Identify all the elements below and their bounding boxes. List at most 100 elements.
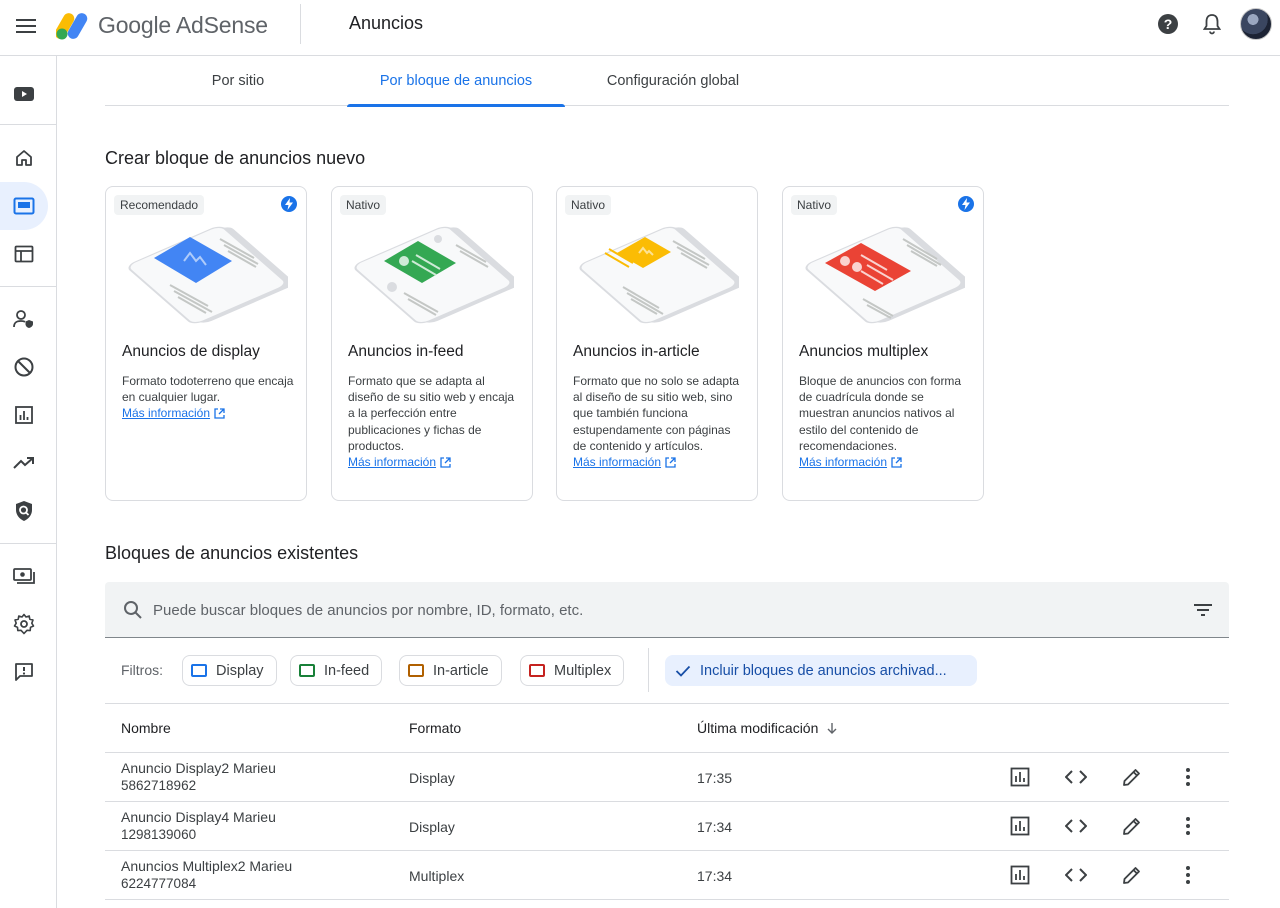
column-header-modified[interactable]: Última modificación: [697, 720, 838, 736]
ad-unit-id: 6224777084: [121, 876, 197, 891]
report-icon[interactable]: [1008, 863, 1032, 887]
help-icon[interactable]: ?: [1156, 12, 1180, 36]
ad-unit-name[interactable]: Anuncio Display4 Marieu: [121, 809, 276, 825]
youtube-icon[interactable]: [0, 70, 48, 118]
page-title: Anuncios: [349, 13, 424, 33]
svg-text:?: ?: [1164, 16, 1173, 32]
trending-icon[interactable]: [0, 439, 48, 487]
filter-chip-display[interactable]: Display: [182, 655, 277, 686]
settings-icon[interactable]: [0, 600, 48, 648]
code-icon[interactable]: [1064, 863, 1088, 887]
in-article-format-icon: [408, 664, 424, 677]
card-desc-text: Bloque de anuncios con forma de cuadrícu…: [799, 374, 962, 453]
rail-divider: [0, 286, 57, 287]
code-icon[interactable]: [1064, 765, 1088, 789]
card-description: Formato que no solo se adapta al diseño …: [573, 373, 747, 470]
more-info-label: Más información: [348, 455, 437, 470]
open-in-new-icon: [214, 408, 225, 419]
ad-unit-name-cell: Anuncio Display2 Marieu 5862718962: [121, 760, 276, 793]
tab-por-bloque-de-anuncios[interactable]: Por bloque de anuncios: [347, 56, 565, 107]
filter-chip-include-archived[interactable]: Incluir bloques de anuncios archivad...: [665, 655, 977, 686]
card-desc-text: Formato que no solo se adapta al diseño …: [573, 374, 740, 453]
recommended-chip: Recomendado: [114, 195, 205, 215]
native-chip: Nativo: [565, 195, 612, 215]
tab-configuracion-global[interactable]: Configuración global: [585, 56, 761, 106]
notifications-icon[interactable]: [1200, 12, 1224, 36]
ad-type-card-in-article[interactable]: Nativo Anuncios in-article Formato que n…: [556, 186, 758, 501]
block-icon[interactable]: [0, 343, 48, 391]
ad-unit-name[interactable]: Anuncio Display2 Marieu: [121, 760, 276, 776]
filter-list-icon[interactable]: [1191, 598, 1215, 622]
payments-icon[interactable]: [0, 552, 48, 600]
filter-chip-multiplex[interactable]: Multiplex: [520, 655, 625, 686]
edit-icon[interactable]: [1120, 765, 1144, 789]
native-chip: Nativo: [791, 195, 838, 215]
multiplex-illustration: [805, 226, 965, 324]
more-info-label: Más información: [799, 455, 888, 470]
layout-icon[interactable]: [0, 230, 48, 278]
table-row[interactable]: Anuncios Multiplex2 Marieu 6224777084 Mu…: [105, 851, 1229, 900]
tab-por-sitio[interactable]: Por sitio: [165, 56, 311, 106]
edit-icon[interactable]: [1120, 814, 1144, 838]
in-feed-format-icon: [299, 664, 315, 677]
topbar-divider: [300, 4, 301, 44]
arrow-down-icon: [827, 723, 837, 734]
search-bar: [105, 582, 1229, 638]
filter-chip-label: Multiplex: [554, 662, 612, 679]
more-info-link[interactable]: Más información: [348, 454, 451, 470]
open-in-new-icon: [891, 456, 902, 468]
column-header-name[interactable]: Nombre: [121, 720, 171, 736]
table-row[interactable]: Anuncio Display4 Marieu 1298139060 Displ…: [105, 802, 1229, 851]
top-app-bar: Google AdSense Anuncios ?: [0, 0, 1280, 56]
rail-divider: [0, 124, 57, 125]
ad-unit-name[interactable]: Anuncios Multiplex2 Marieu: [121, 858, 292, 874]
search-input[interactable]: [153, 582, 1153, 638]
policy-icon[interactable]: [0, 487, 48, 535]
multiplex-format-icon: [529, 664, 545, 677]
card-description: Formato todoterreno que encaja en cualqu…: [122, 373, 296, 422]
code-icon[interactable]: [1064, 814, 1088, 838]
feedback-icon[interactable]: [0, 648, 48, 696]
menu-icon[interactable]: [12, 12, 40, 40]
more-icon[interactable]: [1176, 863, 1200, 887]
ad-type-card-display[interactable]: Recomendado Anuncios de display Formato …: [105, 186, 307, 501]
more-icon[interactable]: [1176, 765, 1200, 789]
filter-chip-label: Display: [216, 662, 264, 679]
card-title: Anuncios multiplex: [799, 343, 929, 360]
bar-chart-icon[interactable]: [0, 391, 48, 439]
ad-type-card-multiplex[interactable]: Nativo Anuncios multiplex Bloque de anun…: [782, 186, 984, 501]
check-icon: [675, 665, 691, 677]
ad-unit-modified: 17:34: [697, 819, 733, 835]
adsense-logo[interactable]: Google AdSense: [56, 7, 268, 43]
report-icon[interactable]: [1008, 814, 1032, 838]
home-icon[interactable]: [0, 134, 48, 182]
more-info-link[interactable]: Más información: [573, 454, 676, 470]
ad-unit-id: 5862718962: [121, 778, 197, 793]
card-description: Bloque de anuncios con forma de cuadrícu…: [799, 373, 973, 470]
filter-chip-in-article[interactable]: In-article: [399, 655, 502, 686]
search-icon: [124, 601, 142, 619]
card-desc-text: Formato todoterreno que encaja en cualqu…: [122, 374, 294, 405]
ad-unit-format: Display: [409, 819, 455, 835]
more-info-label: Más información: [122, 406, 211, 421]
ad-type-card-in-feed[interactable]: Nativo Anuncios in-feed Formato que se a…: [331, 186, 533, 501]
create-section-title: Crear bloque de anuncios nuevo: [105, 148, 366, 168]
side-rail: [0, 56, 57, 908]
filter-chip-in-feed[interactable]: In-feed: [290, 655, 383, 686]
ads-icon[interactable]: [0, 182, 48, 230]
more-icon[interactable]: [1176, 814, 1200, 838]
ad-unit-modified: 17:34: [697, 868, 733, 884]
column-header-format[interactable]: Formato: [409, 720, 461, 736]
more-info-link[interactable]: Más información: [122, 405, 225, 421]
avatar[interactable]: [1240, 8, 1272, 40]
report-icon[interactable]: [1008, 765, 1032, 789]
ad-unit-name-cell: Anuncio Display4 Marieu 1298139060: [121, 809, 276, 842]
table-row[interactable]: Anuncio Display2 Marieu 5862718962 Displ…: [105, 753, 1229, 802]
more-info-link[interactable]: Más información: [799, 454, 902, 470]
user-shield-icon[interactable]: [0, 295, 48, 343]
app-name: Google AdSense: [98, 11, 268, 38]
edit-icon[interactable]: [1120, 863, 1144, 887]
table-header: Nombre Formato Última modificación: [105, 703, 1229, 753]
tab-bar: Por sitio Por bloque de anuncios Configu…: [105, 56, 1229, 107]
adsense-logo-icon: [56, 13, 88, 40]
